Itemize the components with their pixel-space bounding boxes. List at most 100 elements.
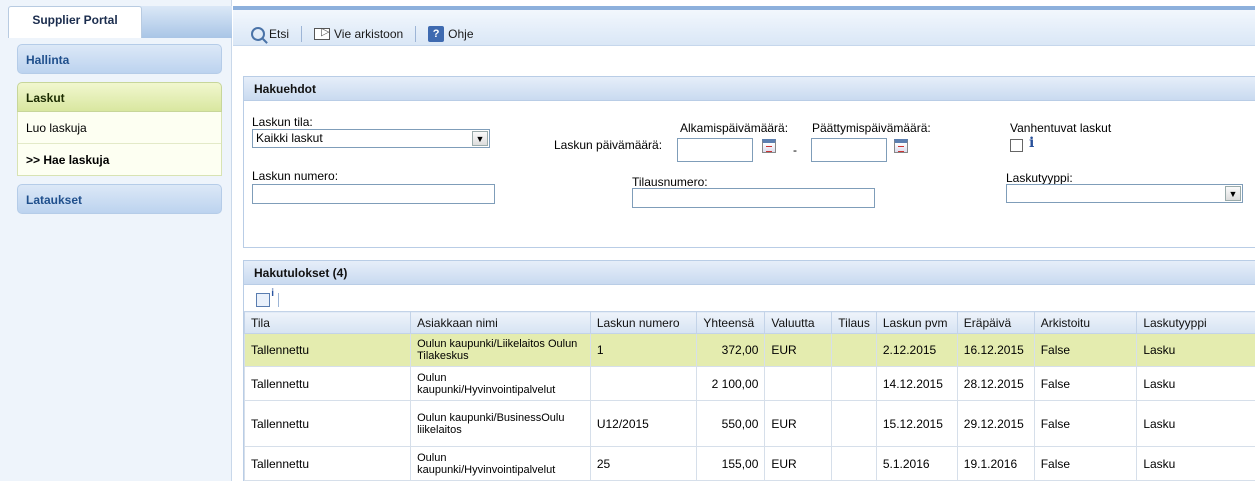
portal-tab[interactable]: Supplier Portal — [8, 6, 142, 38]
cell-invoice-number: 25 — [589, 446, 698, 481]
column-header[interactable]: Arkistoitu — [1033, 311, 1138, 334]
cell-customer: Oulun kaupunki/Hyvinvointipalvelut — [410, 446, 591, 481]
cell-invoice-type: Lasku — [1136, 366, 1255, 401]
cell-status: Tallennettu — [243, 366, 412, 401]
column-header[interactable]: Asiakkaan nimi — [410, 311, 591, 334]
column-header[interactable]: Yhteensä — [696, 311, 766, 334]
table-row[interactable]: Tallennettu Oulun kaupunki/Hyvinvointipa… — [243, 366, 1255, 401]
start-date-input[interactable] — [677, 138, 753, 162]
cell-customer: Oulun kaupunki/Liikelaitos Oulun Tilakes… — [410, 333, 591, 367]
toolbar-separator — [278, 293, 279, 307]
export-icon[interactable] — [256, 288, 274, 307]
cell-invoice-date: 2.12.2015 — [875, 333, 958, 367]
column-header[interactable]: Laskun pvm — [875, 311, 958, 334]
cell-invoice-number: 1 — [589, 333, 698, 367]
calendar-icon[interactable] — [762, 139, 776, 153]
status-select-value: Kaikki laskut — [256, 131, 323, 145]
cell-order — [831, 400, 877, 447]
nav-lataukset[interactable]: Lataukset — [17, 184, 222, 214]
cell-invoice-type: Lasku — [1136, 333, 1255, 367]
archive-button-label: Vie arkistoon — [334, 27, 404, 41]
archive-icon — [314, 25, 331, 40]
cell-invoice-type: Lasku — [1136, 400, 1255, 447]
end-date-input[interactable] — [811, 138, 887, 162]
nav-luo-laskuja[interactable]: Luo laskuja — [18, 112, 221, 144]
cell-order — [831, 366, 877, 401]
cell-currency: EUR — [764, 400, 833, 447]
cell-status: Tallennettu — [243, 333, 412, 367]
invoice-date-label: Laskun päivämäärä: — [554, 138, 663, 152]
cell-archived: False — [1033, 366, 1138, 401]
help-button-label: Ohje — [448, 27, 474, 41]
end-date-label: Päättymispäivämäärä: — [812, 121, 931, 135]
results-panel-title: Hakutulokset (4) — [244, 261, 1255, 285]
column-header[interactable]: Laskun numero — [589, 311, 698, 334]
invoice-type-select[interactable]: ▼ — [1006, 184, 1243, 203]
expiring-invoices-checkbox[interactable] — [1010, 139, 1023, 152]
chevron-down-icon: ▼ — [472, 131, 488, 146]
column-header[interactable]: Eräpäivä — [956, 311, 1035, 334]
sidebar: Supplier Portal Hallinta Laskut Luo lask… — [0, 0, 232, 481]
cell-currency — [764, 366, 833, 401]
cell-invoice-number — [589, 366, 698, 401]
invoice-type-label: Laskutyyppi: — [1006, 171, 1073, 185]
status-label: Laskun tila: — [252, 115, 313, 129]
cell-invoice-number: U12/2015 — [589, 400, 698, 447]
help-icon: ? — [428, 26, 445, 42]
nav-hae-laskuja[interactable]: >> Hae laskuja — [18, 144, 221, 176]
results-toolbar — [244, 285, 1255, 311]
cell-invoice-date: 14.12.2015 — [875, 366, 958, 401]
cell-currency: EUR — [764, 446, 833, 481]
cell-status: Tallennettu — [243, 400, 412, 447]
cell-invoice-date: 5.1.2016 — [875, 446, 958, 481]
nav-laskut[interactable]: Laskut — [17, 82, 222, 112]
results-table: Tila Asiakkaan nimi Laskun numero Yhteen… — [243, 311, 1255, 481]
toolbar-separator — [415, 26, 417, 42]
laskut-submenu: Luo laskuja >> Hae laskuja — [17, 112, 222, 176]
cell-invoice-type: Lasku — [1136, 446, 1255, 481]
main-content: Etsi Vie arkistoon ? Ohje Hakuehdot Lask… — [233, 0, 1255, 481]
column-header[interactable]: Valuutta — [764, 311, 833, 334]
cell-due-date: 16.12.2015 — [956, 333, 1035, 367]
nav-hallinta[interactable]: Hallinta — [17, 44, 222, 74]
cell-order — [831, 446, 877, 481]
cell-archived: False — [1033, 446, 1138, 481]
toolbar-separator — [301, 26, 303, 42]
order-number-label: Tilausnumero: — [632, 175, 708, 189]
date-separator: - — [793, 143, 797, 157]
cell-due-date: 19.1.2016 — [956, 446, 1035, 481]
column-header[interactable]: Tila — [243, 311, 412, 334]
calendar-icon[interactable] — [894, 139, 908, 153]
table-row[interactable]: Tallennettu Oulun kaupunki/BusinessOulu … — [243, 400, 1255, 447]
help-button[interactable]: ? Ohje — [428, 26, 474, 42]
invoice-number-label: Laskun numero: — [252, 169, 339, 183]
search-button[interactable]: Etsi — [251, 27, 289, 41]
status-select[interactable]: Kaikki laskut ▼ — [252, 129, 490, 148]
cell-archived: False — [1033, 333, 1138, 367]
archive-button[interactable]: Vie arkistoon — [314, 25, 404, 41]
search-panel-title: Hakuehdot — [244, 77, 1255, 101]
table-row[interactable]: Tallennettu Oulun kaupunki/Hyvinvointipa… — [243, 446, 1255, 481]
table-row[interactable]: Tallennettu Oulun kaupunki/Liikelaitos O… — [243, 333, 1255, 367]
cell-invoice-date: 15.12.2015 — [875, 400, 958, 447]
cell-customer: Oulun kaupunki/BusinessOulu liikelaitos — [410, 400, 591, 447]
cell-total: 2 100,00 — [696, 366, 766, 401]
order-number-input[interactable] — [632, 188, 875, 208]
chevron-down-icon: ▼ — [1225, 186, 1241, 201]
column-header[interactable]: Laskutyyppi — [1136, 311, 1255, 334]
results-panel: Hakutulokset (4) Tila Asiakkaan nimi Las… — [243, 260, 1255, 481]
cell-total: 550,00 — [696, 400, 766, 447]
expiring-invoices-label: Vanhentuvat laskut — [1010, 121, 1112, 135]
cell-customer: Oulun kaupunki/Hyvinvointipalvelut — [410, 366, 591, 401]
info-icon[interactable]: i — [1029, 135, 1034, 151]
column-header[interactable]: Tilaus — [831, 311, 877, 334]
cell-archived: False — [1033, 400, 1138, 447]
cell-status: Tallennettu — [243, 446, 412, 481]
cell-total: 155,00 — [696, 446, 766, 481]
invoice-number-input[interactable] — [252, 184, 495, 204]
search-button-label: Etsi — [269, 27, 290, 41]
cell-total: 372,00 — [696, 333, 766, 367]
cell-due-date: 29.12.2015 — [956, 400, 1035, 447]
start-date-label: Alkamispäivämäärä: — [680, 121, 789, 135]
portal-tab-bar: Supplier Portal — [8, 6, 232, 38]
